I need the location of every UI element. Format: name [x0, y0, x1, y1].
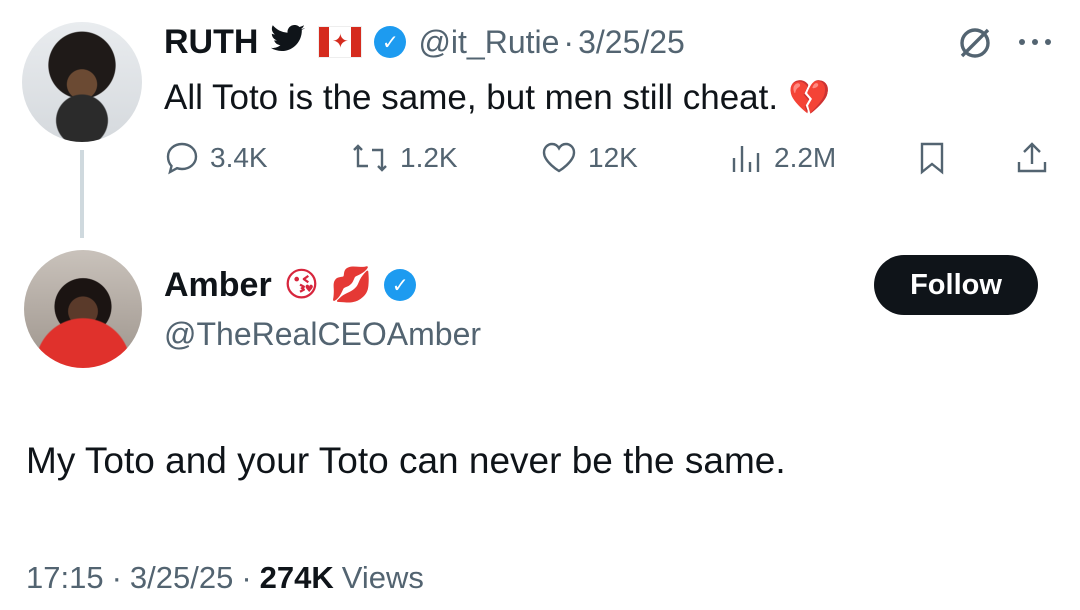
broken-heart-emoji: 💔: [788, 78, 831, 118]
reply-button[interactable]: 3.4K: [164, 140, 268, 176]
separator: ·: [563, 23, 575, 60]
verified-icon: ✓: [384, 269, 417, 301]
like-icon: [542, 142, 576, 173]
reply-author-name[interactable]: Amber: [164, 266, 272, 305]
views-button[interactable]: 2.2M: [728, 140, 836, 176]
views-icon: [732, 146, 760, 172]
more-icon[interactable]: [1016, 34, 1060, 52]
tweet-text-content: All Toto is the same, but men still chea…: [164, 78, 779, 117]
repost-icon: [353, 144, 387, 172]
thread-connector: [80, 150, 84, 238]
author-name[interactable]: RUTH: [164, 23, 258, 62]
repost-button[interactable]: 1.2K: [350, 140, 458, 176]
views-count: 274K: [259, 560, 334, 595]
separator: ·: [111, 560, 122, 595]
repost-count: 1.2K: [400, 142, 458, 173]
canada-flag-icon: ✦: [318, 26, 363, 58]
reply-author-handle[interactable]: @TheRealCEOAmber: [164, 316, 481, 353]
tweet-time[interactable]: 17:15: [26, 560, 104, 596]
views-count: 2.2M: [774, 142, 837, 173]
follow-button[interactable]: Follow: [874, 255, 1038, 315]
share-button[interactable]: [1014, 140, 1050, 176]
reply-count: 3.4K: [210, 142, 268, 173]
parent-tweet-header: RUTH ✦ ✓ @it_Rutie · 3/25/25: [164, 20, 685, 64]
author-emojis: 😘 💋: [283, 265, 373, 305]
avatar[interactable]: [24, 250, 142, 368]
tweet-actions: 3.4K 1.2K 12K 2.2M: [164, 140, 1064, 190]
avatar[interactable]: [22, 22, 142, 142]
like-button[interactable]: 12K: [540, 140, 638, 176]
views-label: Views: [341, 560, 424, 595]
grok-icon[interactable]: [956, 24, 994, 67]
tweet-date[interactable]: 3/25/25: [578, 24, 685, 61]
tweet-text: All Toto is the same, but men still chea…: [164, 78, 830, 118]
author-handle[interactable]: @it_Rutie: [418, 24, 559, 61]
bookmark-button[interactable]: [916, 140, 948, 176]
bookmark-icon: [920, 142, 944, 175]
reply-icon: [166, 142, 198, 175]
verified-icon: ✓: [374, 26, 407, 58]
share-icon: [1017, 142, 1047, 173]
like-count: 12K: [588, 142, 638, 173]
reply-tweet-text: My Toto and your Toto can never be the s…: [26, 440, 786, 481]
reply-author-row: Amber 😘 💋 ✓: [164, 262, 417, 308]
tweet-date[interactable]: 3/25/25: [130, 560, 233, 596]
bird-icon: [270, 24, 306, 60]
separator: ·: [241, 560, 252, 595]
tweet-metadata: 17:15 · 3/25/25 · 274K Views: [26, 560, 424, 596]
